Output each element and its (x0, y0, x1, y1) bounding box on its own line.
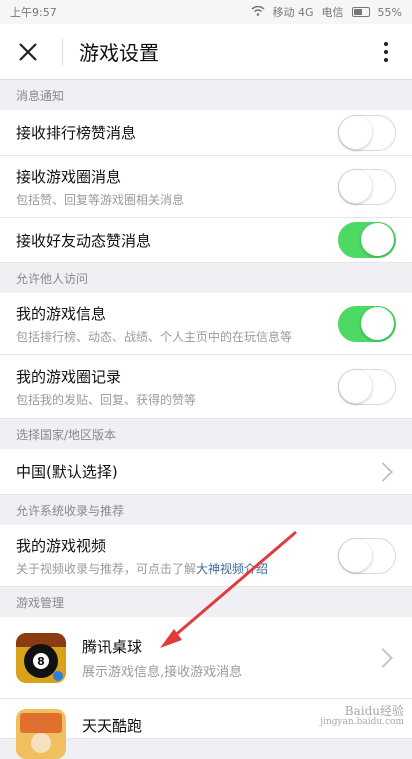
game-desc: 展示游戏信息,接收游戏消息 (82, 664, 243, 680)
toggle-my-video[interactable] (338, 537, 396, 574)
row-label: 我的游戏信息 (16, 304, 107, 323)
more-options-icon[interactable] (374, 41, 398, 62)
carrier-mobile: 移动 4G (272, 6, 314, 19)
section-recommend: 允许系统收录与推荐 (0, 495, 412, 525)
row-sublabel: 包括我的发贴、回复、获得的赞等 (16, 392, 197, 407)
row-label: 接收好友动态赞消息 (16, 231, 152, 250)
parkour-game-icon (16, 709, 66, 759)
billiards-game-icon: 8 (16, 632, 66, 683)
row-label: 接收排行榜赞消息 (16, 124, 137, 142)
chevron-right-icon (373, 461, 393, 482)
wifi-icon (251, 5, 265, 19)
row-my-video: 我的游戏视频 关于视频收录与推荐，可点击了解大神视频介绍 (0, 525, 412, 587)
status-right: 移动 4G 电信 55% (251, 4, 402, 20)
section-notifications: 消息通知 (0, 80, 412, 110)
chevron-right-icon (373, 647, 393, 668)
row-region[interactable]: 中国(默认选择) (0, 449, 412, 495)
toggle-friend-like[interactable] (338, 222, 396, 258)
row-my-game-info: 我的游戏信息 包括排行榜、动态、战绩、个人主页中的在玩信息等 (0, 293, 412, 355)
page-title: 游戏设置 (79, 41, 159, 65)
video-sub-text: 关于视频收录与推荐，可点击了解 (16, 561, 197, 576)
toggle-my-game-info[interactable] (338, 305, 396, 342)
baidu-watermark: Baidu经验 jingyan.baidu.com (320, 703, 404, 728)
title-divider (62, 38, 63, 65)
game-row-billiards[interactable]: 8 腾讯桌球 展示游戏信息,接收游戏消息 (0, 617, 412, 699)
row-label: 我的游戏圈记录 (16, 367, 122, 386)
row-sublabel: 包括排行榜、动态、战绩、个人主页中的在玩信息等 (16, 329, 293, 344)
row-sublabel: 关于视频收录与推荐，可点击了解大神视频介绍 (16, 560, 338, 577)
carrier-telecom: 电信 (321, 6, 344, 19)
row-friend-like: 接收好友动态赞消息 (0, 218, 412, 263)
row-label: 我的游戏视频 (16, 536, 107, 555)
row-sublabel: 包括赞、回复等游戏圈相关消息 (16, 192, 185, 207)
toggle-circle-msg[interactable] (338, 168, 396, 205)
section-region: 选择国家/地区版本 (0, 419, 412, 449)
svg-text:8: 8 (37, 655, 45, 668)
toggle-rank-like[interactable] (338, 114, 396, 151)
game-name: 腾讯桌球 (82, 637, 143, 656)
title-bar: 游戏设置 (0, 24, 412, 80)
status-time: 上午9:57 (10, 6, 57, 19)
battery-level: 55% (377, 5, 402, 19)
row-circle-msg: 接收游戏圈消息 包括赞、回复等游戏圈相关消息 (0, 156, 412, 218)
toggle-circle-record[interactable] (338, 368, 396, 405)
video-intro-link[interactable]: 大神视频介绍 (196, 562, 268, 576)
status-bar: 上午9:57 移动 4G 电信 55% (0, 0, 412, 24)
section-visitors: 允许他人访问 (0, 263, 412, 293)
row-label: 接收游戏圈消息 (16, 167, 122, 186)
row-label: 中国(默认选择) (16, 463, 118, 481)
battery-icon (351, 7, 370, 17)
close-icon[interactable] (14, 38, 42, 66)
row-circle-record: 我的游戏圈记录 包括我的发贴、回复、获得的赞等 (0, 355, 412, 419)
row-rank-like: 接收排行榜赞消息 (0, 110, 412, 156)
section-manage: 游戏管理 (0, 587, 412, 617)
